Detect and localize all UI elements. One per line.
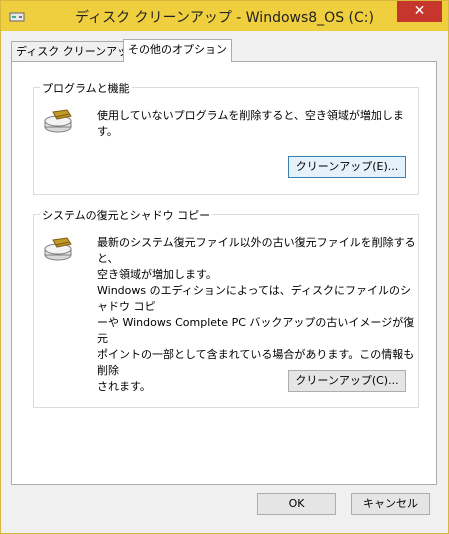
disk-cleanup-icon	[44, 109, 72, 133]
window-title: ディスク クリーンアップ - Windows8_OS (C:)	[75, 10, 374, 26]
restore-description-line: 空き領域が増加します。	[97, 268, 217, 281]
restore-note-line: ーや Windows Complete PC バックアップの古いイメージが復元	[97, 316, 415, 345]
tab-more-options[interactable]: その他のオプション	[123, 39, 232, 62]
restore-cleanup-button[interactable]: クリーンアップ(C)...	[288, 370, 406, 392]
restore-group: システムの復元とシャドウ コピー 最新のシステム復元ファイル以外の古い復元ファイ…	[33, 207, 419, 408]
programs-description: 使用していないプログラムを削除すると、空き領域が増加します。	[97, 109, 404, 138]
close-button[interactable]: ✕	[397, 1, 442, 22]
disk-cleanup-window: ディスク クリーンアップ - Windows8_OS (C:) ✕ ディスク ク…	[0, 0, 449, 534]
restore-note-line: Windows のエディションによっては、ディスクにファイルのシャドウ コピ	[97, 284, 411, 313]
programs-cleanup-button[interactable]: クリーンアップ(E)...	[288, 156, 406, 178]
title-bar[interactable]: ディスク クリーンアップ - Windows8_OS (C:) ✕	[1, 1, 448, 31]
restore-description-line: 最新のシステム復元ファイル以外の古い復元ファイルを削除すると、	[97, 236, 416, 265]
restore-description: 最新のシステム復元ファイル以外の古い復元ファイルを削除すると、 空き領域が増加し…	[97, 235, 418, 283]
ok-button[interactable]: OK	[257, 493, 336, 515]
tab-panel: プログラムと機能 使用していないプログラムを削除すると、空き領域が増加します。 …	[11, 61, 437, 485]
programs-group-title: プログラムと機能	[40, 80, 132, 96]
disk-cleanup-icon	[44, 237, 72, 261]
programs-group: プログラムと機能 使用していないプログラムを削除すると、空き領域が増加します。 …	[33, 80, 419, 195]
restore-group-title: システムの復元とシャドウ コピー	[40, 207, 213, 223]
cancel-button[interactable]: キャンセル	[351, 493, 430, 515]
